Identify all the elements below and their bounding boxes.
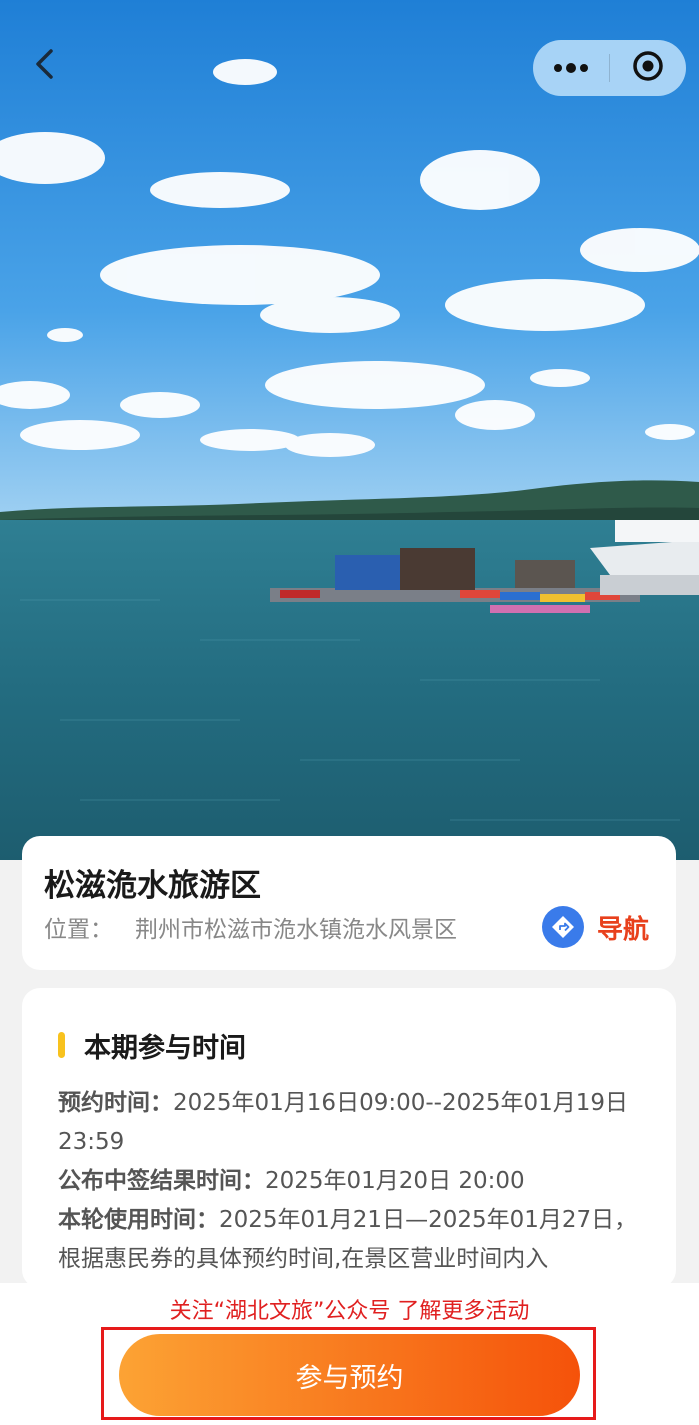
location-label: 位置： bbox=[44, 917, 113, 943]
location-value: 荆州市松滋市洈水镇洈水风景区 bbox=[135, 917, 457, 943]
follow-tip: 关注“湖北文旅”公众号 了解更多活动 bbox=[169, 1299, 530, 1324]
usage-time-label: 本轮使用时间： bbox=[58, 1207, 219, 1233]
time-details: 预约时间：2025年01月16日09:00--2025年01月19日23:59 … bbox=[58, 1084, 648, 1279]
more-button[interactable] bbox=[533, 40, 609, 96]
section-title: 本期参与时间 bbox=[84, 1033, 246, 1064]
usage-time: 本轮使用时间：2025年01月21日—2025年01月27日，根据惠民券的具体预… bbox=[58, 1201, 648, 1279]
hero-image bbox=[0, 0, 699, 860]
navigation-arrow-icon bbox=[542, 906, 584, 948]
more-dots-icon bbox=[553, 59, 589, 78]
back-button[interactable] bbox=[22, 44, 66, 88]
navigation-label: 导航 bbox=[597, 914, 650, 945]
mini-program-capsule bbox=[533, 40, 686, 96]
scenic-title: 松滋洈水旅游区 bbox=[44, 868, 261, 904]
close-button[interactable] bbox=[610, 40, 686, 96]
target-circle-icon bbox=[632, 50, 664, 86]
scenic-info-card: 松滋洈水旅游区 位置： 荆州市松滋市洈水镇洈水风景区 导航 bbox=[22, 836, 676, 970]
participation-time-card: 本期参与时间 预约时间：2025年01月16日09:00--2025年01月19… bbox=[22, 988, 676, 1288]
booking-time-label: 预约时间： bbox=[58, 1090, 173, 1116]
chevron-left-icon bbox=[33, 48, 55, 84]
result-time-label: 公布中签结果时间： bbox=[58, 1168, 265, 1194]
bottom-action-bar: 关注“湖北文旅”公众号 了解更多活动 参与预约 bbox=[0, 1283, 699, 1425]
location-row: 位置： 荆州市松滋市洈水镇洈水风景区 bbox=[44, 910, 540, 944]
book-button[interactable]: 参与预约 bbox=[119, 1334, 580, 1416]
result-time: 公布中签结果时间：2025年01月20日 20:00 bbox=[58, 1162, 648, 1201]
result-time-value: 2025年01月20日 20:00 bbox=[265, 1168, 525, 1194]
section-accent-bar bbox=[58, 1032, 65, 1058]
navigation-button[interactable]: 导航 bbox=[542, 904, 649, 950]
booking-time: 预约时间：2025年01月16日09:00--2025年01月19日23:59 bbox=[58, 1084, 648, 1162]
location-fade bbox=[490, 910, 540, 944]
